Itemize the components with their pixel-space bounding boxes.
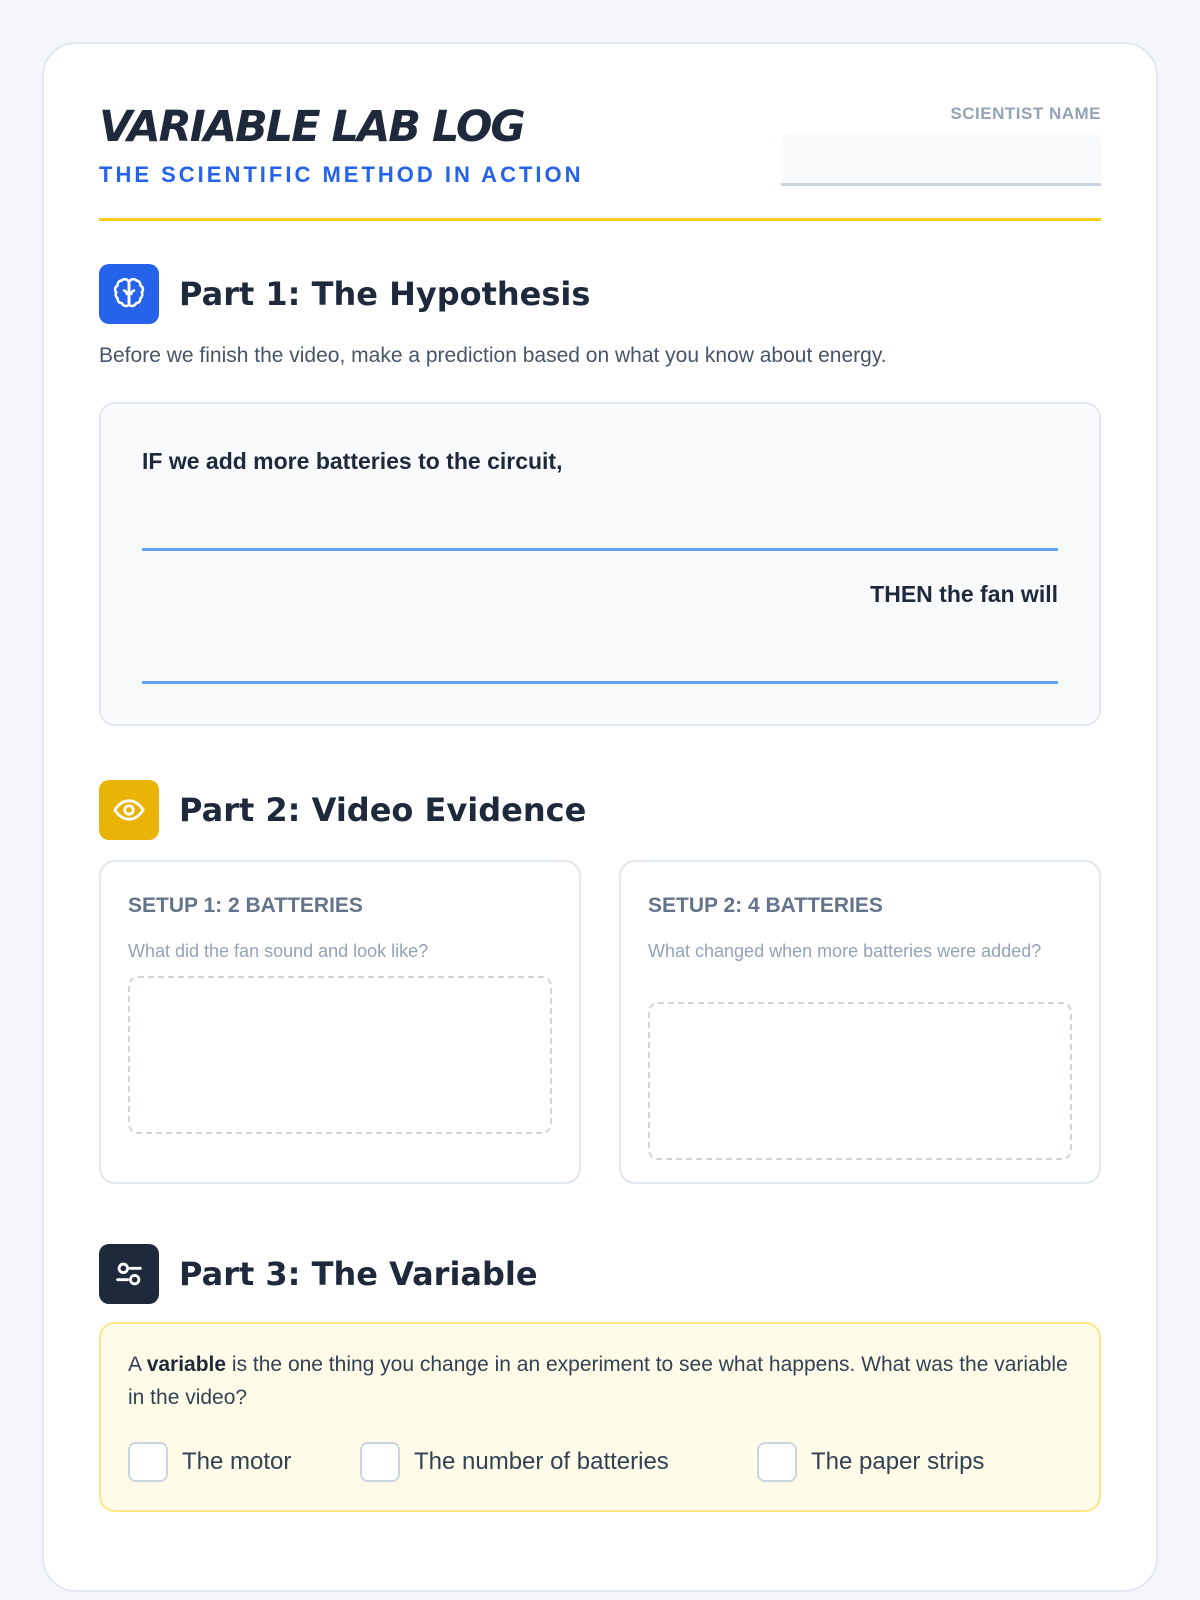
header-divider: [99, 218, 1101, 221]
option-number-of-batteries[interactable]: The number of batteries: [360, 1442, 669, 1482]
scientist-name-label: SCIENTIST NAME: [950, 104, 1101, 123]
sliders-icon: [99, 1244, 159, 1304]
setup2-title: SETUP 2: 4 BATTERIES: [648, 894, 883, 917]
scientist-name-input[interactable]: [781, 134, 1101, 186]
part3-heading: Part 3: The Variable: [99, 1244, 538, 1304]
hypothesis-then-answer-line[interactable]: [142, 681, 1058, 684]
variable-question-body: is the one thing you change in an experi…: [128, 1353, 1068, 1409]
option-motor-checkbox[interactable]: [128, 1442, 168, 1482]
option-paper-strips-checkbox[interactable]: [757, 1442, 797, 1482]
part3-title: Part 3: The Variable: [179, 1255, 538, 1293]
brain-icon: [99, 264, 159, 324]
setup2-card: SETUP 2: 4 BATTERIES What changed when m…: [619, 860, 1101, 1184]
hypothesis-if-answer-line[interactable]: [142, 548, 1058, 551]
page-title: VARIABLE LAB LOG: [99, 102, 526, 152]
part1-title: Part 1: The Hypothesis: [179, 275, 591, 313]
variable-term: variable: [146, 1353, 227, 1376]
setup1-title: SETUP 1: 2 BATTERIES: [128, 894, 363, 917]
part1-intro: Before we finish the video, make a predi…: [99, 344, 887, 367]
option-paper-strips-label: The paper strips: [811, 1448, 985, 1475]
page-subtitle: THE SCIENTIFIC METHOD IN ACTION: [99, 162, 584, 187]
part2-heading: Part 2: Video Evidence: [99, 780, 586, 840]
setup2-prompt: What changed when more batteries were ad…: [648, 941, 1042, 961]
part2-title: Part 2: Video Evidence: [179, 791, 587, 829]
option-motor-label: The motor: [182, 1448, 292, 1475]
part1-heading: Part 1: The Hypothesis: [99, 264, 590, 324]
variable-box: A variable is the one thing you change i…: [99, 1322, 1101, 1512]
hypothesis-box: IF we add more batteries to the circuit,…: [99, 402, 1101, 726]
option-number-of-batteries-label: The number of batteries: [414, 1448, 669, 1475]
option-motor[interactable]: The motor: [128, 1442, 291, 1482]
option-number-of-batteries-checkbox[interactable]: [360, 1442, 400, 1482]
hypothesis-then-text: THEN the fan will: [870, 581, 1058, 607]
setup1-prompt: What did the fan sound and look like?: [128, 941, 429, 961]
hypothesis-if-text: IF we add more batteries to the circuit,: [142, 448, 563, 474]
variable-question: A variable is the one thing you change i…: [128, 1348, 1072, 1414]
setup2-answer-area[interactable]: [648, 1002, 1072, 1160]
setup1-answer-area[interactable]: [128, 976, 552, 1134]
variable-question-prefix: A: [128, 1353, 147, 1376]
option-paper-strips[interactable]: The paper strips: [757, 1442, 984, 1482]
worksheet-card: VARIABLE LAB LOG THE SCIENTIFIC METHOD I…: [42, 42, 1158, 1592]
eye-icon: [99, 780, 159, 840]
setup1-card: SETUP 1: 2 BATTERIES What did the fan so…: [99, 860, 581, 1184]
